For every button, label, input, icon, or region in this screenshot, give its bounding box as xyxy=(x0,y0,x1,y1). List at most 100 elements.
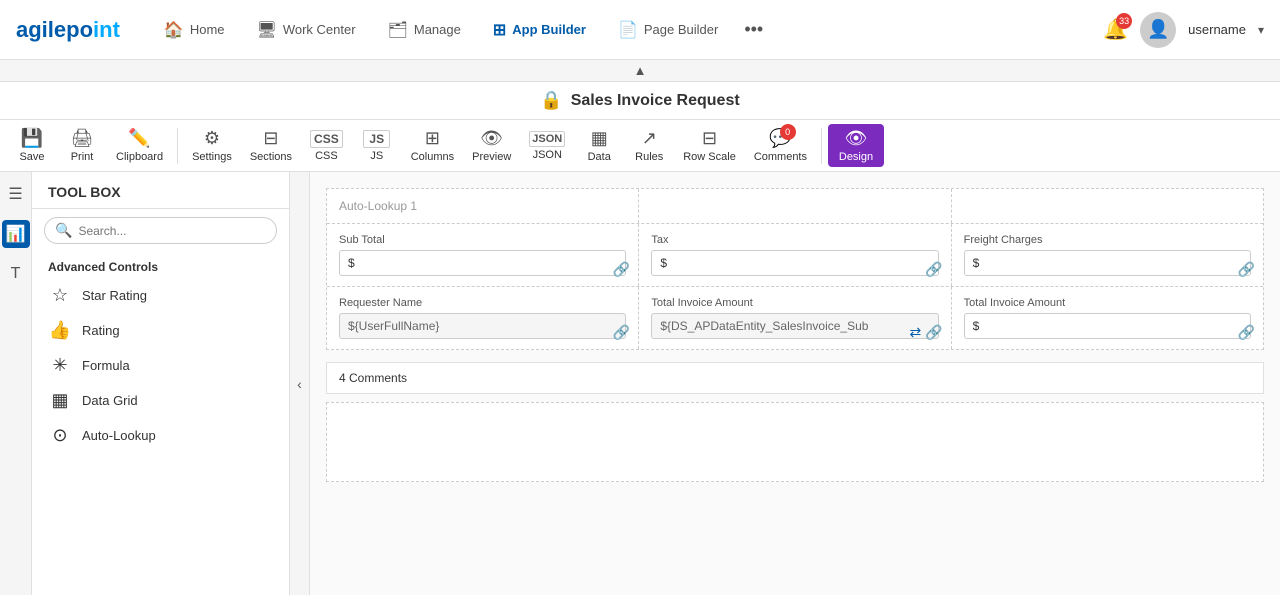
toolbox-title: TOOL BOX xyxy=(32,172,289,209)
tax-action-icon[interactable]: 🔗 xyxy=(925,261,942,278)
rowscale-label: Row Scale xyxy=(683,151,736,163)
rowscale-button[interactable]: ⊟ Row Scale xyxy=(675,124,744,167)
toolbox-section-title: Advanced Controls xyxy=(32,252,289,278)
collapse-bar[interactable]: ▲ xyxy=(0,60,1280,82)
comments-label: Comments xyxy=(754,151,807,163)
form-cell-subtotal: Sub Total 🔗 xyxy=(327,224,639,286)
css-button[interactable]: CSS CSS xyxy=(302,126,351,166)
nav-item-pagebuilder[interactable]: 📄 Page Builder xyxy=(606,14,730,46)
toolbar-sep-2 xyxy=(821,128,822,164)
preview-button[interactable]: 👁 Preview xyxy=(464,124,519,167)
toolbox-item-formula[interactable]: ✳ Formula xyxy=(32,348,289,383)
user-icon: T xyxy=(11,265,21,283)
subtotal-input[interactable] xyxy=(339,250,626,276)
save-button[interactable]: 💾 Save xyxy=(8,124,56,167)
columns-icon: ⊞ xyxy=(425,128,440,149)
toolbox-label-rating: Rating xyxy=(82,323,120,338)
requester-label: Requester Name xyxy=(339,297,626,309)
nav-label-home: Home xyxy=(190,22,225,37)
total2-input[interactable] xyxy=(964,313,1251,339)
toolbox-item-star-rating[interactable]: ☆ Star Rating xyxy=(32,278,289,313)
side-icon-user[interactable]: T xyxy=(2,260,30,288)
print-button[interactable]: 🖨 Print xyxy=(58,124,106,167)
toolbox-search-container: 🔍 xyxy=(44,217,277,244)
settings-button[interactable]: ⚙ Settings xyxy=(184,124,240,167)
user-avatar: 👤 xyxy=(1140,12,1176,48)
json-label: JSON xyxy=(533,149,562,161)
collapse-up-icon: ▲ xyxy=(634,63,647,78)
star-rating-icon: ☆ xyxy=(48,285,72,306)
autolookup-cell-2 xyxy=(639,189,951,223)
lock-icon: 🔒 xyxy=(540,90,562,111)
pagebuilder-icon: 📄 xyxy=(618,20,638,40)
autolookup-cell-1: Auto-Lookup 1 xyxy=(327,189,639,223)
comments-badge: 0 xyxy=(780,124,796,140)
home-icon: 🏠 xyxy=(164,20,184,40)
user-dropdown-arrow[interactable]: ▾ xyxy=(1258,23,1264,37)
notification-button[interactable]: 🔔 33 xyxy=(1103,17,1128,42)
form-cell-tax: Tax 🔗 xyxy=(639,224,951,286)
nav-label-workcenter: Work Center xyxy=(283,22,356,37)
total1-link-icon[interactable]: 🔗 xyxy=(925,324,942,341)
data-icon: ▦ xyxy=(591,128,608,149)
nav-item-appbuilder[interactable]: ⊞ App Builder xyxy=(481,14,598,46)
clipboard-button[interactable]: ✏️ Clipboard xyxy=(108,124,171,167)
js-button[interactable]: JS JS xyxy=(353,126,401,166)
toolbox-label-star-rating: Star Rating xyxy=(82,288,147,303)
rating-icon: 👍 xyxy=(48,320,72,341)
rules-button[interactable]: ↗ Rules xyxy=(625,124,673,167)
data-label: Data xyxy=(588,151,611,163)
toolbox-item-auto-lookup[interactable]: ⊙ Auto-Lookup xyxy=(32,418,289,453)
json-icon: JSON xyxy=(529,131,565,147)
search-input[interactable] xyxy=(78,224,266,238)
tax-input[interactable] xyxy=(651,250,938,276)
design-button[interactable]: 👁 Design xyxy=(828,124,884,167)
form-cell-freight: Freight Charges 🔗 xyxy=(952,224,1263,286)
columns-label: Columns xyxy=(411,151,454,163)
logo[interactable]: agilepoint xyxy=(16,17,120,43)
side-icon-chart[interactable]: 📊 xyxy=(2,220,30,248)
comments-button[interactable]: 💬 0 Comments xyxy=(746,124,815,167)
data-button[interactable]: ▦ Data xyxy=(575,124,623,167)
toolbox-item-rating[interactable]: 👍 Rating xyxy=(32,313,289,348)
requester-action-icon[interactable]: 🔗 xyxy=(613,324,630,341)
subtotal-action-icon[interactable]: 🔗 xyxy=(613,261,630,278)
user-name[interactable]: username xyxy=(1188,22,1246,37)
nav-item-workcenter[interactable]: 🖥 Work Center xyxy=(245,14,368,46)
total1-sync-icon[interactable]: ⇄ xyxy=(909,324,921,341)
side-icon-list[interactable]: ☰ xyxy=(2,180,30,208)
clipboard-icon: ✏️ xyxy=(128,128,150,149)
content-area: Auto-Lookup 1 Sub Total 🔗 Tax 🔗 xyxy=(310,172,1280,595)
json-button[interactable]: JSON JSON xyxy=(521,127,573,165)
print-icon: 🖨 xyxy=(71,128,94,149)
form-row-2: Requester Name 🔗 Total Invoice Amount ⇄ … xyxy=(327,287,1263,349)
rules-icon: ↗ xyxy=(642,128,657,149)
freight-input[interactable] xyxy=(964,250,1251,276)
sections-label: Sections xyxy=(250,151,292,163)
print-label: Print xyxy=(71,151,94,163)
nav-item-home[interactable]: 🏠 Home xyxy=(152,14,237,46)
collapse-side-button[interactable]: ‹ xyxy=(290,172,310,595)
total2-action-icon[interactable]: 🔗 xyxy=(1238,324,1255,341)
requester-input[interactable] xyxy=(339,313,626,339)
freight-action-icon[interactable]: 🔗 xyxy=(1238,261,1255,278)
logo-text: agilepoint xyxy=(16,17,120,42)
sections-button[interactable]: ⊟ Sections xyxy=(242,124,300,167)
rules-label: Rules xyxy=(635,151,663,163)
nav-more-button[interactable]: ••• xyxy=(738,13,769,46)
columns-button[interactable]: ⊞ Columns xyxy=(403,124,462,167)
total1-input[interactable] xyxy=(651,313,938,339)
toolbox-item-data-grid[interactable]: ▦ Data Grid xyxy=(32,383,289,418)
total1-action-icons: ⇄ 🔗 xyxy=(909,324,942,341)
toolbox-label-formula: Formula xyxy=(82,358,130,373)
rowscale-icon: ⊟ xyxy=(702,128,717,149)
main-layout: ☰ 📊 T TOOL BOX 🔍 Advanced Controls ☆ Sta… xyxy=(0,172,1280,595)
subtotal-label: Sub Total xyxy=(339,234,626,246)
comments-area xyxy=(326,402,1264,482)
total2-label: Total Invoice Amount xyxy=(964,297,1251,309)
nav-item-manage[interactable]: 🗂 Manage xyxy=(376,14,473,46)
form-row-1: Sub Total 🔗 Tax 🔗 Freight Charges 🔗 xyxy=(327,224,1263,287)
preview-icon: 👁 xyxy=(480,128,503,149)
formula-icon: ✳ xyxy=(48,355,72,376)
settings-icon: ⚙ xyxy=(204,128,220,149)
